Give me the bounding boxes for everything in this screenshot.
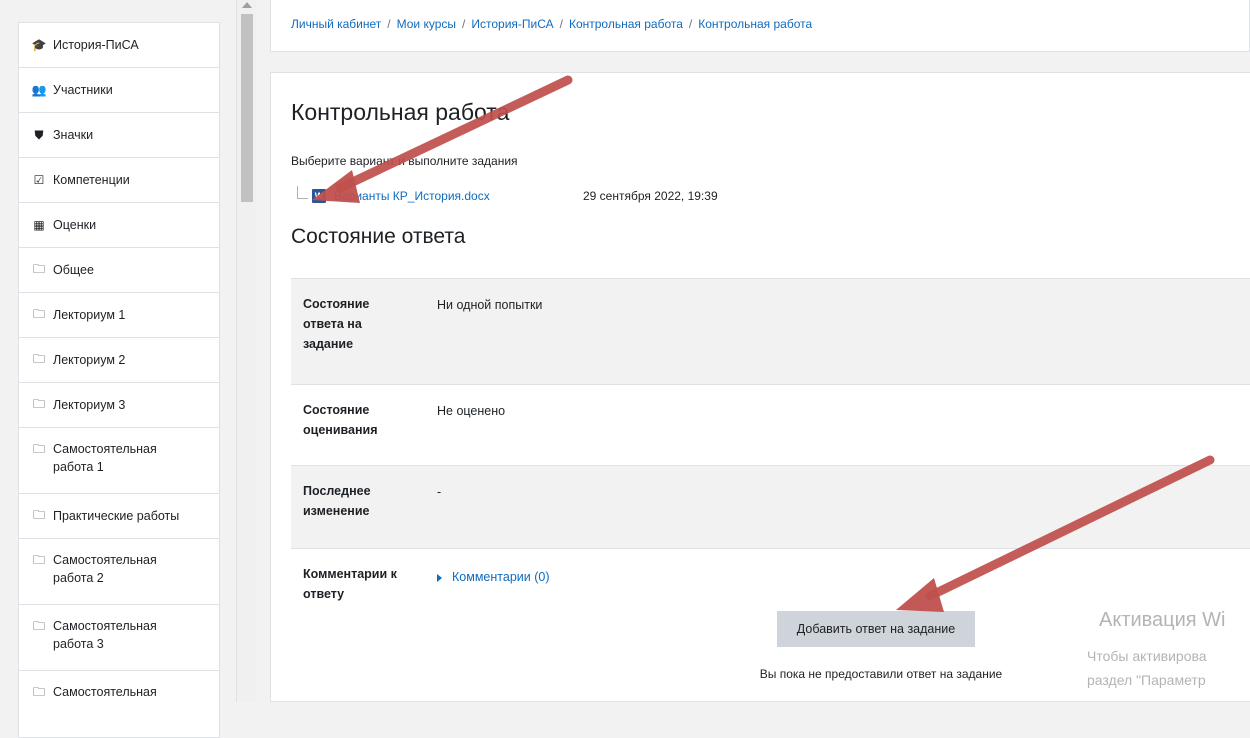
course-nav: 🎓 История-ПиСА 👥 Участники ⛊ Значки ☑ Компет… (18, 22, 220, 738)
submission-status-table: Состояние ответа на задание Ни одной поп… (291, 278, 1250, 639)
sidebar-item-independent-work-1[interactable]: 🗀 Самостоятельная работа 1 (19, 428, 219, 494)
row-label-text: Комментарии к ответу (303, 567, 397, 601)
add-submission-button[interactable]: Добавить ответ на задание (777, 611, 975, 647)
sidebar-item-badges[interactable]: ⛊ Значки (19, 113, 219, 158)
folder-icon: 🗀 (32, 261, 45, 276)
breadcrumb-section[interactable]: Контрольная работа (569, 17, 683, 31)
page-title: Контрольная работа (291, 99, 510, 125)
folder-icon: 🗀 (32, 396, 45, 411)
submission-status-heading: Состояние ответа (291, 225, 466, 248)
sidebar-item-practical-works[interactable]: 🗀 Практические работы (19, 494, 219, 539)
table-row: Состояние оценивания Не оценено (291, 384, 1250, 466)
breadcrumb-separator: / (387, 17, 391, 31)
sidebar-item-general[interactable]: 🗀 Общее (19, 248, 219, 293)
sidebar-item-grades[interactable]: ▦ Оценки (19, 203, 219, 248)
sidebar-item-competencies[interactable]: ☑ Компетенции (19, 158, 219, 203)
sidebar-scrollbar[interactable] (236, 0, 257, 702)
folder-icon: 🗀 (32, 507, 45, 522)
sidebar-item-participants[interactable]: 👥 Участники (19, 68, 219, 113)
breadcrumb-separator: / (559, 17, 563, 31)
sidebar-item-independent-work-3[interactable]: 🗀 Самостоятельная работа 3 (19, 605, 219, 671)
sidebar-item-independent-work-4[interactable]: 🗀 Самостоятельная (19, 671, 219, 737)
row-value: - (437, 465, 1250, 549)
checkbox-icon: ☑ (33, 173, 45, 187)
course-sidebar: 🎓 История-ПиСА 👥 Участники ⛊ Значки ☑ Компет… (0, 0, 236, 738)
folder-icon: 🗀 (32, 351, 45, 366)
breadcrumb-dashboard[interactable]: Личный кабинет (291, 17, 381, 31)
scroll-up-arrow-icon[interactable] (242, 2, 252, 8)
sidebar-item-lectorium-1[interactable]: 🗀 Лекториум 1 (19, 293, 219, 338)
shield-icon: ⛊ (34, 127, 44, 142)
users-icon: 👥 (31, 83, 47, 97)
folder-icon: 🗀 (32, 619, 45, 633)
breadcrumb-separator: / (688, 17, 693, 31)
breadcrumb-my-courses[interactable]: Мои курсы (397, 17, 456, 31)
row-label-text: Состояние ответа на задание (303, 297, 370, 351)
folder-icon: 🗀 (32, 442, 45, 456)
row-label-text: Состояние оценивания (303, 403, 378, 437)
sidebar-item-lectorium-3[interactable]: 🗀 Лекториум 3 (19, 383, 219, 428)
sidebar-item-independent-work-2[interactable]: 🗀 Самостоятельная работа 2 (19, 539, 219, 605)
main-region: Личный кабинет / Мои курсы / История-ПиСА / Ко… (256, 0, 1250, 702)
row-label-text: Последнее изменение (303, 484, 371, 518)
sidebar-item-lectorium-2[interactable]: 🗀 Лекториум 2 (19, 338, 219, 383)
expand-triangle-icon[interactable] (437, 573, 442, 582)
folder-icon: 🗀 (32, 553, 45, 567)
table-row: Последнее изменение - (291, 465, 1250, 549)
attachment-row: W Варианты КР_История.docx (297, 185, 490, 206)
row-label: Комментарии к ответу (291, 548, 437, 639)
row-label: Состояние ответа на задание (291, 278, 437, 385)
comments-link[interactable]: Комментарии (0) (452, 570, 549, 584)
assignment-content: Контрольная работа Выберите вариант и вы… (270, 72, 1250, 702)
graduation-cap-icon: 🎓 (31, 38, 47, 52)
sidebar-item-course[interactable]: 🎓 История-ПиСА (19, 23, 219, 68)
attachment-date: 29 сентября 2022, 19:39 (583, 189, 718, 203)
table-icon: ▦ (33, 218, 45, 232)
attachment-link[interactable]: Варианты КР_История.docx (334, 189, 490, 203)
folder-icon: 🗀 (32, 685, 45, 699)
row-value: Не оценено (437, 384, 1250, 466)
row-value: Ни одной попытки (437, 278, 1250, 385)
breadcrumb-bar: Личный кабинет / Мои курсы / История-ПиСА / Ко… (270, 0, 1250, 52)
scrollbar-thumb[interactable] (241, 14, 253, 202)
windows-activation-watermark-title: Активация Wi (1099, 609, 1226, 631)
breadcrumb-separator: / (462, 17, 466, 31)
row-label: Состояние оценивания (291, 384, 437, 466)
breadcrumb: Личный кабинет / Мои курсы / История-ПиСА / Ко… (291, 17, 812, 31)
word-document-icon: W (312, 189, 326, 203)
windows-activation-watermark-line: раздел "Параметр (1087, 672, 1206, 688)
assignment-intro: Выберите вариант и выполните задания (291, 154, 518, 168)
windows-activation-watermark-line: Чтобы активирова (1087, 648, 1207, 664)
breadcrumb-assignment[interactable]: Контрольная работа (698, 17, 812, 31)
breadcrumb-course[interactable]: История-ПиСА (471, 17, 553, 31)
table-row: Состояние ответа на задание Ни одной поп… (291, 278, 1250, 385)
tree-connector (297, 185, 308, 199)
row-label: Последнее изменение (291, 465, 437, 549)
folder-icon: 🗀 (32, 306, 45, 321)
